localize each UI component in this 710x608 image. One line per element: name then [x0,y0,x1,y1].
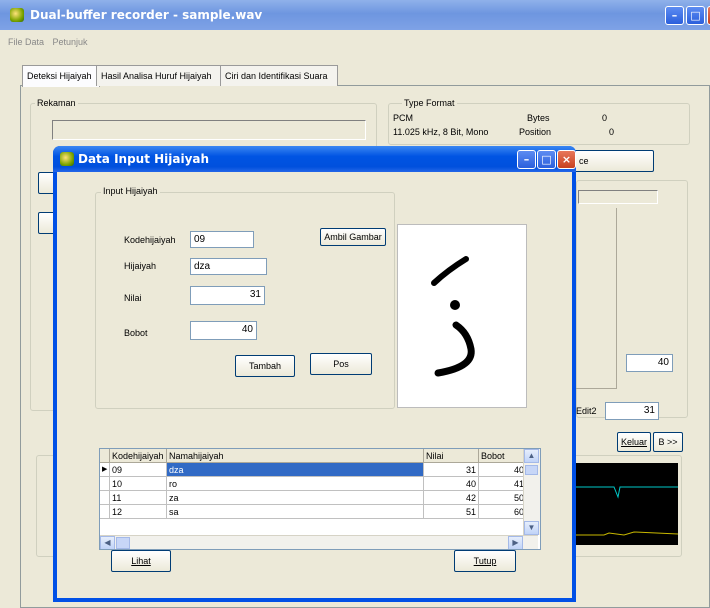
scroll-down-icon[interactable]: ▼ [524,521,539,535]
horizontal-scrollbar[interactable]: ◀ ▶ [100,535,538,549]
table-cell[interactable]: sa [167,505,424,519]
ambil-gambar-button[interactable]: Ambil Gambar [320,228,386,246]
scope-trace [574,486,679,536]
edit2-label: Edit2 [576,406,597,416]
row-indicator [100,505,110,519]
kode-field[interactable]: 09 [190,231,254,248]
tab-hasil-analisa[interactable]: Hasil Analisa Huruf Hijaiyah [96,65,224,86]
value-field-right[interactable]: 40 [626,354,673,372]
scope-display [574,463,679,545]
lihat-label: Lihat [131,556,151,566]
menu-bar: File Data Petunjuk [8,37,94,47]
table-cell[interactable]: 51 [424,505,479,519]
dialog-title: Data Input Hijaiyah [78,152,210,166]
app-icon [10,8,24,22]
hijaiyah-image [397,224,527,408]
type-format-group [388,103,690,145]
hijaiyah-table[interactable]: Kodehijaiyah Namahijaiyah Nilai Bobot ▶ … [99,448,541,550]
rekaman-label: Rekaman [35,98,78,108]
menu-file-data[interactable]: File Data [8,37,44,47]
dialog-app-icon [60,152,74,166]
vertical-scrollbar[interactable]: ▲ ▼ [523,449,540,535]
table-cell[interactable]: 12 [110,505,167,519]
scroll-up-icon[interactable]: ▲ [524,449,539,463]
keluar-label: Keluar [620,437,647,447]
table-cell[interactable]: dza [167,463,424,477]
tutup-button[interactable]: Tutup [454,550,516,572]
tab-ciri-identifikasi[interactable]: Ciri dan Identifikasi Suara [220,65,338,86]
tambah-button[interactable]: Tambah [235,355,295,377]
scroll-right-icon[interactable]: ▶ [508,536,523,549]
lihat-button[interactable]: Lihat [111,550,171,572]
column-header[interactable]: Namahijaiyah [167,449,424,463]
table-cell[interactable]: 50 [479,491,527,505]
column-header[interactable]: Nilai [424,449,479,463]
next-button[interactable]: B >> [653,432,683,452]
table-cell[interactable]: 60 [479,505,527,519]
row-indicator-icon: ▶ [100,463,110,477]
hijaiyah-glyph-drawing [431,256,475,377]
row-header-corner [100,449,110,463]
position-value: 0 [609,127,615,137]
table-cell[interactable]: 11 [110,491,167,505]
dialog-close-button[interactable]: × [557,150,576,169]
window-title: Dual-buffer recorder - sample.wav [30,8,263,22]
nilai-field[interactable]: 31 [190,286,265,305]
bobot-field[interactable]: 40 [190,321,257,340]
right-status-box [578,190,658,204]
minimize-button[interactable]: – [665,6,684,25]
bytes-value: 0 [602,113,608,123]
pos-button[interactable]: Pos [310,353,372,375]
column-header[interactable]: Bobot [479,449,527,463]
bobot-label: Bobot [124,328,148,338]
menu-petunjuk[interactable]: Petunjuk [53,37,88,47]
dialog-titlebar[interactable]: Data Input Hijaiyah – □ × [53,146,576,172]
table-cell[interactable]: za [167,491,424,505]
bytes-label: Bytes [527,113,550,123]
table-cell[interactable]: 10 [110,477,167,491]
nilai-label: Nilai [124,293,142,303]
scroll-thumb-vertical[interactable] [525,465,538,475]
input-hijaiyah-label: Input Hijaiyah [101,186,160,196]
hijaiyah-field[interactable]: dza [190,258,267,275]
maximize-button[interactable]: □ [686,6,705,25]
dialog-minimize-button[interactable]: – [517,150,536,169]
hijaiyah-label: Hijaiyah [124,261,157,271]
edit2-field[interactable]: 31 [605,402,659,420]
source-button[interactable]: ce [574,150,654,172]
table-cell[interactable]: ro [167,477,424,491]
kode-label: Kodehijaiyah [124,235,176,245]
data-input-dialog: Data Input Hijaiyah – □ × Input Hijaiyah… [53,146,576,602]
tutup-label: Tutup [473,556,497,566]
position-label: Position [519,127,552,137]
keluar-button[interactable]: Keluar [617,432,651,452]
table-cell[interactable]: 09 [110,463,167,477]
table-cell[interactable]: 31 [424,463,479,477]
row-indicator [100,477,110,491]
source-button-label: ce [579,156,589,166]
table-cell[interactable]: 42 [424,491,479,505]
column-header[interactable]: Kodehijaiyah [110,449,167,463]
row-indicator [100,491,110,505]
table-cell[interactable]: 40 [424,477,479,491]
rekaman-progress [52,120,366,140]
dialog-client: Input Hijaiyah Kodehijaiyah 09 Hijaiyah … [57,172,572,598]
main-titlebar[interactable]: Dual-buffer recorder - sample.wav – □ × [0,0,710,30]
table-cell[interactable]: 40 [479,463,527,477]
table-cell[interactable]: 41 [479,477,527,491]
rate-text: 11.025 kHz, 8 Bit, Mono [393,127,489,137]
dialog-maximize-button[interactable]: □ [537,150,556,169]
scroll-left-icon[interactable]: ◀ [100,536,115,549]
tab-deteksi-hijaiyah[interactable]: Deteksi Hijaiyah [22,65,100,87]
right-inner-panel [576,208,617,389]
type-format-label: Type Format [402,98,457,108]
scroll-thumb-horizontal[interactable] [116,537,130,549]
format-text: PCM [393,113,413,123]
